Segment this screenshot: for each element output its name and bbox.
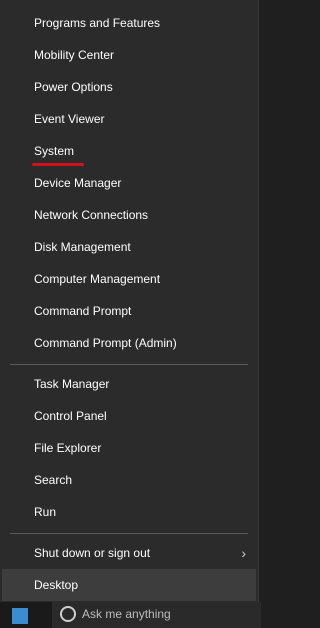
system-annotation-underline: [32, 163, 84, 166]
search-icon: [60, 606, 76, 622]
menu-item-programs-and-features[interactable]: Programs and Features: [0, 7, 258, 39]
cortana-search-box[interactable]: Ask me anything: [52, 602, 261, 628]
menu-item-power-options[interactable]: Power Options: [0, 71, 258, 103]
menu-separator: [10, 533, 248, 534]
menu-item-label: Shut down or sign out: [34, 546, 151, 560]
menu-item-task-manager[interactable]: Task Manager: [0, 368, 258, 400]
menu-item-disk-management[interactable]: Disk Management: [0, 231, 258, 263]
chevron-right-icon: ›: [241, 545, 246, 561]
menu-item-run[interactable]: Run: [0, 496, 258, 528]
menu-item-command-prompt-admin[interactable]: Command Prompt (Admin): [0, 327, 258, 359]
menu-item-computer-management[interactable]: Computer Management: [0, 263, 258, 295]
menu-item-search[interactable]: Search: [0, 464, 258, 496]
menu-item-desktop[interactable]: Desktop: [2, 569, 256, 601]
menu-item-device-manager[interactable]: Device Manager: [0, 167, 258, 199]
menu-item-control-panel[interactable]: Control Panel: [0, 400, 258, 432]
winx-context-menu: Programs and Features Mobility Center Po…: [0, 0, 259, 602]
menu-item-network-connections[interactable]: Network Connections: [0, 199, 258, 231]
menu-separator: [10, 364, 248, 365]
menu-item-command-prompt[interactable]: Command Prompt: [0, 295, 258, 327]
menu-item-file-explorer[interactable]: File Explorer: [0, 432, 258, 464]
menu-item-shut-down-or-sign-out[interactable]: Shut down or sign out ›: [0, 537, 258, 569]
search-placeholder: Ask me anything: [82, 607, 171, 621]
menu-item-event-viewer[interactable]: Event Viewer: [0, 103, 258, 135]
taskbar: Ask me anything: [0, 602, 261, 628]
menu-item-mobility-center[interactable]: Mobility Center: [0, 39, 258, 71]
windows-start-icon[interactable]: [12, 608, 28, 624]
